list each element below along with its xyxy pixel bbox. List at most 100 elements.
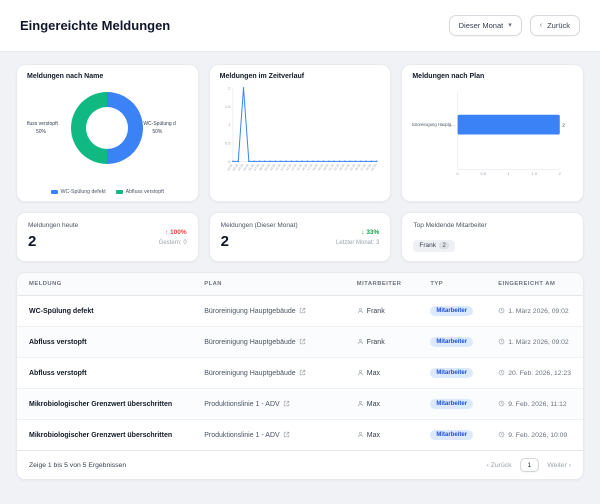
legend-item[interactable]: WC-Spülung defekt: [50, 189, 106, 195]
type-badge: Mitarbeiter: [430, 306, 474, 316]
table-row[interactable]: WC-Spülung defekt Büroreinigung Hauptgebä…: [17, 296, 583, 327]
back-button[interactable]: ‹ Zurück: [529, 15, 580, 36]
cell-typ: Mitarbeiter: [418, 357, 487, 389]
page-content: Meldungen nach Name fluss verstopft 50% …: [0, 52, 600, 480]
cell-mitarbeiter: Max: [344, 357, 419, 389]
cell-typ: Mitarbeiter: [418, 419, 487, 450]
column-header: MELDUNG: [17, 273, 193, 296]
donut-label-left-text: fluss verstopft: [27, 121, 58, 127]
plan-name: Produktionslinie 1 - ADV: [204, 401, 280, 408]
svg-text:2: 2: [228, 85, 230, 90]
plan-name: Büroreinigung Hauptgebäude: [204, 370, 296, 377]
svg-text:1.5: 1.5: [225, 104, 231, 109]
employee-name: Max: [366, 370, 381, 377]
employee-name: Max: [366, 401, 381, 408]
table-row[interactable]: Mikrobiologischer Grenzwert überschritte…: [17, 388, 583, 420]
svg-text:0.5: 0.5: [481, 171, 487, 176]
legend-item[interactable]: Abfluss verstopft: [115, 189, 164, 195]
donut-hole: [86, 107, 129, 149]
cell-typ: Mitarbeiter: [418, 388, 487, 420]
stat-card-this-month: Meldungen (Dieser Monat) 2 ↓ 33% Letzter…: [208, 212, 392, 262]
submitted-at: 1. März 2026, 09:02: [508, 339, 569, 346]
user-icon: [357, 307, 364, 314]
chart-title: Meldungen nach Name: [27, 73, 104, 80]
stat-right: ↑ 100% Gestern: 0: [159, 222, 187, 252]
stat-title: Top Meldende Mitarbeiter: [413, 222, 487, 229]
line-chart: 00.511.5202.0203.0204.0205.0206.0207.020…: [225, 85, 378, 171]
donut-chart: [71, 92, 144, 164]
chart-title: Meldungen nach Plan: [412, 73, 485, 80]
plan-name: Produktionslinie 1 - ADV: [204, 432, 280, 439]
table-head: MELDUNG PLAN MITARBEITER TYP EINGEREICHT AM: [17, 273, 583, 296]
cell-plan: Büroreinigung Hauptgebäude: [192, 357, 345, 389]
employee-name: Frank: [366, 308, 385, 315]
chart-card-by-plan: Meldungen nach Plan 0 0.5 1 1.5 2 Büroreinigu…: [401, 64, 585, 202]
svg-text:0.5: 0.5: [225, 140, 231, 145]
legend-swatch: [50, 189, 58, 195]
table-footer: Zeige 1 bis 5 von 5 Ergebnissen ‹ Zurück…: [17, 450, 583, 479]
charts-row: Meldungen nach Name fluss verstopft 50% …: [16, 64, 585, 202]
cell-eingereicht-am: 1. März 2026, 09:02: [486, 296, 583, 327]
pagination-next-label: Weiter: [547, 461, 567, 469]
link-icon[interactable]: [299, 307, 306, 314]
table-row[interactable]: Abfluss verstopft Büroreinigung Hauptgebä…: [17, 357, 583, 389]
link-icon[interactable]: [283, 431, 290, 438]
chevron-left-icon: ‹: [486, 461, 489, 469]
donut-label-right: WC-Spülung d 50%: [143, 120, 187, 136]
link-icon[interactable]: [299, 338, 306, 345]
employee-chip: Frank 2: [413, 239, 456, 252]
clock-icon: [498, 431, 505, 438]
link-icon[interactable]: [283, 400, 290, 407]
stat-subtitle: Gestern: 0: [158, 239, 187, 246]
donut-label-left: fluss verstopft 50%: [27, 120, 71, 136]
svg-text:1: 1: [508, 171, 510, 176]
pagination-prev-button[interactable]: ‹ Zurück: [487, 462, 512, 469]
stat-delta: ↓ 33%: [361, 228, 380, 236]
chart-card-over-time: Meldungen im Zeitverlauf 0 0.5 1 1.5 2 02.02 0…: [208, 64, 392, 202]
cell-eingereicht-am: 9. Feb. 2026, 11:12: [486, 388, 583, 420]
column-header: PLAN: [192, 273, 345, 296]
link-icon[interactable]: [299, 369, 306, 376]
plan-name: Büroreinigung Hauptgebäude: [204, 308, 296, 315]
stat-right: ↓ 33% Letzter Monat: 3: [336, 222, 379, 252]
type-badge: Mitarbeiter: [430, 368, 474, 378]
cell-eingereicht-am: 1. März 2026, 09:02: [486, 326, 583, 358]
stat-value: 2: [28, 233, 37, 250]
stat-left: Meldungen (Dieser Monat) 2: [221, 222, 298, 252]
period-select[interactable]: Dieser Monat ▾: [448, 15, 522, 36]
column-header: TYP: [418, 273, 487, 296]
donut-label-right-text: WC-Spülung d: [143, 121, 176, 127]
donut-label-right-pct: 50%: [152, 129, 163, 135]
pagination-next-button[interactable]: Weiter ›: [547, 462, 571, 469]
cell-plan: Produktionslinie 1 - ADV: [192, 419, 345, 450]
stat-title: Meldungen heute: [28, 222, 79, 229]
table-row[interactable]: Abfluss verstopft Büroreinigung Hauptgebä…: [17, 326, 583, 358]
cell-meldung: WC-Spülung defekt: [29, 307, 94, 315]
cell-eingereicht-am: 20. Feb. 2026, 12:23: [486, 357, 583, 389]
stat-left: Meldungen heute 2: [28, 222, 78, 252]
pagination-prev-label: Zurück: [490, 461, 512, 469]
type-badge: Mitarbeiter: [430, 430, 474, 440]
clock-icon: [498, 338, 505, 345]
donut-label-left-pct: 50%: [36, 129, 47, 135]
donut-legend: WC-Spülung defekt Abfluss verstopft: [17, 189, 198, 195]
employee-chip-name: Frank: [419, 242, 436, 249]
period-select-value: Dieser Monat: [458, 21, 504, 30]
legend-swatch: [115, 189, 123, 195]
svg-text:2: 2: [563, 122, 566, 128]
stat-delta: ↑ 100%: [164, 228, 187, 236]
chevron-down-icon: ▾: [508, 22, 512, 29]
table-body: WC-Spülung defekt Büroreinigung Hauptgebä…: [17, 296, 583, 450]
submitted-reports-dashboard: Eingereichte Meldungen Dieser Monat ▾ ‹ …: [0, 0, 600, 480]
submitted-at: 1. März 2026, 09:02: [508, 308, 569, 315]
submitted-at: 9. Feb. 2026, 10:09: [508, 432, 568, 439]
reports-table-card: MELDUNG PLAN MITARBEITER TYP EINGEREICHT AM …: [16, 272, 584, 480]
clock-icon: [498, 307, 505, 314]
plan-name: Büroreinigung Hauptgebäude: [204, 339, 296, 346]
clock-icon: [498, 369, 505, 376]
table-row[interactable]: Mikrobiologischer Grenzwert überschritte…: [17, 419, 583, 450]
table-header-row: MELDUNG PLAN MITARBEITER TYP EINGEREICHT AM: [17, 273, 583, 296]
svg-text:1: 1: [228, 122, 230, 127]
pagination-page-1-button[interactable]: 1: [519, 458, 540, 472]
column-header: MITARBEITER: [344, 273, 419, 296]
